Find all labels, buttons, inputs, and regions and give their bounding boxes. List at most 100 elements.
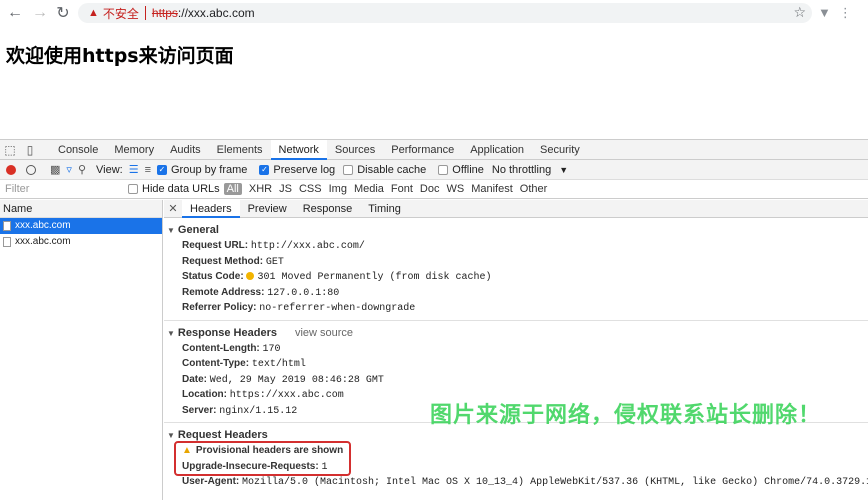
filter-type-ws[interactable]: WS	[446, 183, 464, 195]
header-key: Location:	[182, 389, 227, 400]
filter-type-img[interactable]: Img	[329, 183, 347, 195]
tab-network[interactable]: Network	[270, 139, 327, 160]
header-value: 301 Moved Permanently (from disk cache)	[257, 272, 492, 283]
offline-toggle[interactable]: Offline	[438, 164, 484, 176]
throttling-select[interactable]: No throttling ▼	[492, 164, 568, 176]
extension-icon[interactable]: ▼	[818, 5, 831, 21]
network-toolbar: ▩ ▿ ⚲ View: ☰ ≡ ✓ Group by frame ✓ Preserv…	[0, 160, 868, 180]
triangle-down-icon: ▼	[167, 431, 175, 440]
filter-type-js[interactable]: JS	[279, 183, 292, 195]
header-key: Server:	[182, 404, 217, 416]
checkbox-icon	[128, 184, 138, 194]
view-label: View:	[96, 163, 123, 176]
camera-icon[interactable]: ▩	[50, 163, 60, 176]
header-value: Wed, 29 May 2019 08:46:28 GMT	[209, 374, 384, 386]
hide-data-urls-toggle[interactable]: Hide data URLs	[128, 183, 220, 195]
checkbox-icon: ✓	[259, 164, 270, 175]
search-icon[interactable]: ⚲	[78, 163, 86, 176]
triangle-down-icon: ▼	[167, 328, 175, 338]
header-key: Request URL:	[182, 240, 249, 251]
filter-type-font[interactable]: Font	[391, 183, 413, 195]
general-header[interactable]: ▼ General	[164, 222, 868, 238]
record-icon[interactable]	[6, 164, 16, 175]
highlight-box	[174, 441, 351, 476]
header-value: nginx/1.15.12	[219, 405, 298, 417]
response-headers-title: Response Headers	[177, 326, 277, 339]
tab-performance[interactable]: Performance	[383, 140, 462, 160]
request-list: Name xxx.abc.com xxx.abc.com	[0, 200, 163, 500]
response-headers-header[interactable]: ▼ Response Headers view source	[164, 325, 868, 341]
disable-cache-label: Disable cache	[357, 163, 427, 176]
hide-data-urls-label: Hide data URLs	[142, 183, 220, 195]
filter-type-xhr[interactable]: XHR	[249, 183, 272, 195]
forward-icon[interactable]: →	[30, 3, 50, 23]
filter-type-all[interactable]: All	[223, 183, 242, 195]
overview-icon[interactable]: ≡	[145, 164, 151, 176]
tab-memory[interactable]: Memory	[106, 140, 162, 160]
header-row: Status Code: 301 Moved Permanently (from…	[164, 269, 868, 285]
header-value: no-referrer-when-downgrade	[259, 303, 416, 314]
checkbox-icon: ✓	[157, 164, 167, 175]
detail-tabbar: ✕ Headers Preview Response Timing	[164, 199, 868, 218]
filter-type-css[interactable]: CSS	[299, 183, 322, 195]
warning-icon: ▲	[88, 7, 99, 19]
filter-icon[interactable]: ▿	[66, 163, 72, 176]
checkbox-icon	[438, 164, 449, 175]
request-row[interactable]: xxx.abc.com	[0, 218, 162, 234]
preserve-log-label: Preserve log	[273, 163, 336, 176]
tab-security[interactable]: Security	[532, 140, 588, 160]
large-rows-icon[interactable]: ☰	[129, 163, 139, 176]
preserve-log-toggle[interactable]: ✓ Preserve log	[259, 164, 335, 176]
back-icon[interactable]: ←	[5, 3, 25, 23]
tab-console[interactable]: Console	[50, 140, 106, 160]
tab-response[interactable]: Response	[295, 200, 361, 218]
address-bar: ← → ↻ ▲ 不安全 https ://xxx.abc.com ☆ ▼ ⋮	[0, 0, 868, 26]
view-source-link[interactable]: view source	[295, 327, 353, 339]
reload-icon[interactable]: ↻	[53, 3, 73, 23]
url-host: ://xxx.abc.com	[177, 6, 255, 20]
request-row[interactable]: xxx.abc.com	[0, 234, 162, 250]
header-key: Referrer Policy:	[182, 302, 257, 313]
disable-cache-toggle[interactable]: Disable cache	[343, 164, 426, 176]
tab-headers[interactable]: Headers	[182, 199, 240, 218]
header-row: Request URL: http://xxx.abc.com/	[164, 238, 868, 254]
document-icon	[3, 237, 11, 247]
inspect-icon[interactable]: ⬚	[0, 143, 20, 157]
tab-timing[interactable]: Timing	[360, 200, 409, 218]
tab-sources[interactable]: Sources	[327, 140, 383, 160]
filter-type-doc[interactable]: Doc	[420, 183, 440, 195]
header-value: Mozilla/5.0 (Macintosh; Intel Mac OS X 1…	[242, 477, 868, 488]
chevron-down-icon: ▼	[559, 164, 569, 175]
tab-elements[interactable]: Elements	[209, 140, 271, 160]
tab-application[interactable]: Application	[462, 140, 532, 160]
clear-icon[interactable]	[26, 164, 36, 175]
header-key: Remote Address:	[182, 286, 265, 298]
header-value: 127.0.0.1:80	[267, 287, 340, 299]
header-key: User-Agent:	[182, 476, 240, 487]
tab-audits[interactable]: Audits	[162, 140, 209, 160]
filter-type-media[interactable]: Media	[354, 183, 384, 195]
header-row: Content-Length: 170	[164, 341, 868, 357]
page-title: 欢迎使用https来访问页面	[6, 45, 234, 67]
header-row: Content-Type: text/html	[164, 356, 868, 372]
insecure-label: 不安全	[102, 6, 139, 21]
close-icon[interactable]: ✕	[164, 202, 182, 215]
header-key: Status Code:	[182, 271, 244, 282]
filter-type-manifest[interactable]: Manifest	[471, 183, 513, 195]
url-bar[interactable]: ▲ 不安全 https ://xxx.abc.com ☆	[78, 3, 812, 23]
device-toolbar-icon[interactable]: ▯	[20, 143, 40, 157]
header-row: User-Agent: Mozilla/5.0 (Macintosh; Inte…	[164, 474, 868, 490]
status-dot-icon	[246, 272, 255, 280]
tab-preview[interactable]: Preview	[240, 200, 295, 218]
offline-label: Offline	[452, 163, 484, 176]
request-headers-title: Request Headers	[177, 429, 268, 441]
name-column-header[interactable]: Name	[0, 200, 162, 218]
general-title: General	[177, 224, 219, 236]
header-value: http://xxx.abc.com/	[250, 241, 365, 252]
group-by-frame-toggle[interactable]: ✓ Group by frame	[157, 164, 247, 176]
star-icon[interactable]: ☆	[793, 4, 806, 21]
filter-type-other[interactable]: Other	[520, 183, 548, 195]
throttling-value: No throttling	[491, 163, 552, 176]
filter-input[interactable]: Filter	[0, 183, 128, 195]
menu-icon[interactable]: ⋮	[839, 5, 852, 21]
